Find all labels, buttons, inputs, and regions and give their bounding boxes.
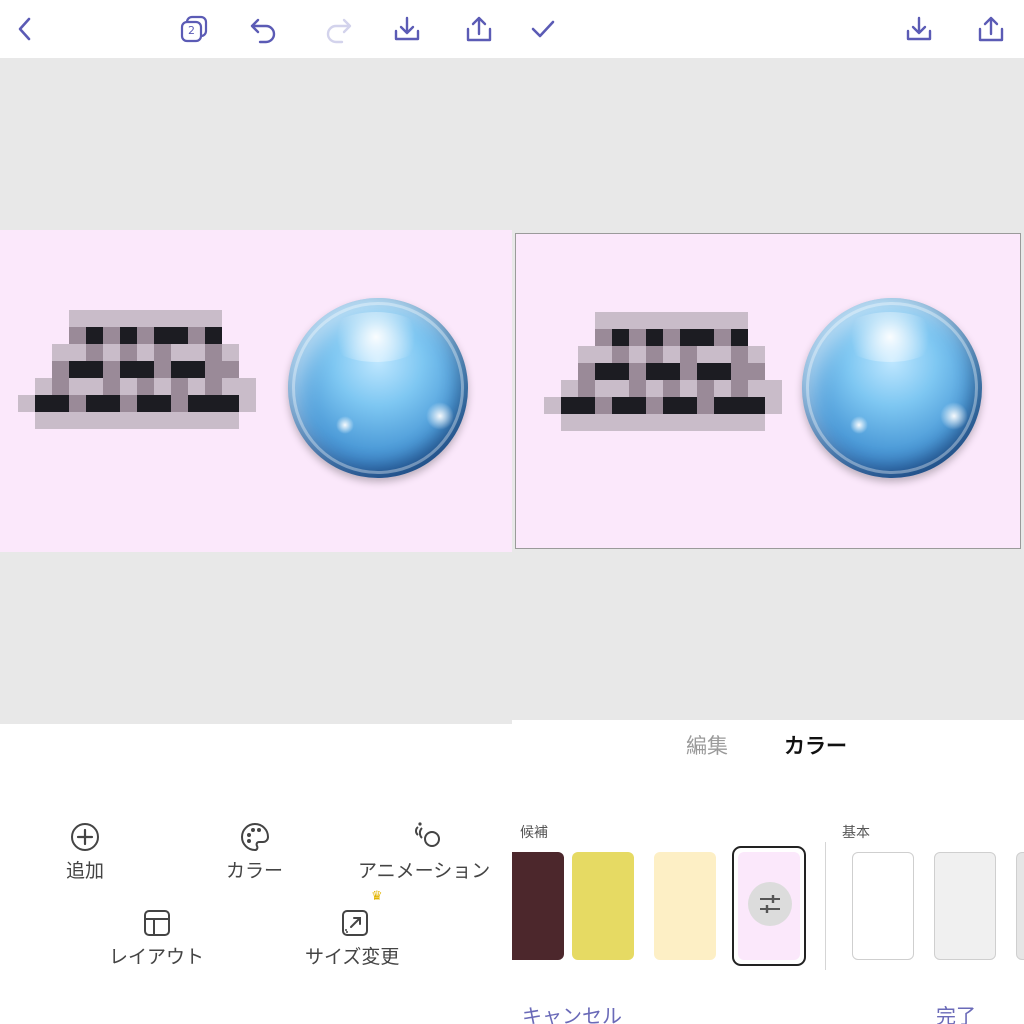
cancel-button[interactable]: キャンセル bbox=[522, 1000, 622, 1024]
bubble-image bbox=[288, 298, 468, 478]
resize-label: サイズ変更 bbox=[305, 946, 400, 968]
resize-icon bbox=[342, 910, 368, 936]
color-swatch[interactable] bbox=[654, 852, 716, 960]
animation-tool-button[interactable] bbox=[410, 818, 444, 852]
tab-edit[interactable]: 編集 bbox=[686, 730, 728, 760]
download-icon bbox=[394, 16, 420, 41]
image-canvas[interactable] bbox=[0, 230, 512, 552]
color-swatch[interactable] bbox=[852, 852, 914, 960]
share-button[interactable] bbox=[974, 12, 1008, 46]
crown-icon: ♛ bbox=[371, 889, 383, 904]
checkmark-icon bbox=[531, 20, 555, 38]
resize-tool-button[interactable] bbox=[338, 906, 372, 940]
color-swatch[interactable] bbox=[512, 852, 564, 960]
color-panel: 編集 カラー 候補 基本 キャンセル 完了 bbox=[512, 0, 1024, 1024]
mosaic-text-image bbox=[18, 310, 256, 429]
share-icon bbox=[466, 16, 492, 42]
add-label: 追加 bbox=[66, 860, 105, 882]
bubble-image bbox=[802, 298, 982, 478]
color-tool-button[interactable] bbox=[238, 820, 272, 854]
layout-label: レイアウト bbox=[109, 946, 205, 968]
color-adjust-button[interactable] bbox=[748, 882, 792, 926]
pages-count: 2 bbox=[188, 24, 195, 37]
color-label: カラー bbox=[226, 860, 284, 882]
redo-button[interactable] bbox=[322, 12, 356, 46]
color-swatch[interactable] bbox=[1016, 852, 1024, 960]
undo-button[interactable] bbox=[246, 12, 280, 46]
mosaic-text-image bbox=[544, 312, 782, 431]
download-button[interactable] bbox=[902, 12, 936, 46]
back-button[interactable] bbox=[8, 12, 42, 46]
download-icon bbox=[906, 16, 932, 41]
animation-label: アニメーション bbox=[358, 860, 491, 882]
layout-icon bbox=[144, 910, 170, 936]
download-button[interactable] bbox=[390, 12, 424, 46]
suggestions-label: 候補 bbox=[520, 825, 548, 841]
animation-icon bbox=[415, 822, 440, 847]
confirm-button[interactable] bbox=[526, 12, 560, 46]
chevron-left-icon bbox=[18, 17, 31, 41]
sliders-icon bbox=[760, 895, 780, 913]
share-button[interactable] bbox=[462, 12, 496, 46]
top-toolbar: 2 bbox=[0, 0, 512, 58]
plus-circle-icon bbox=[71, 823, 99, 851]
done-button[interactable]: 完了 bbox=[936, 1000, 976, 1024]
share-icon bbox=[978, 16, 1004, 42]
redo-icon bbox=[326, 18, 352, 44]
tab-color[interactable]: カラー bbox=[784, 730, 847, 760]
color-swatch[interactable] bbox=[572, 852, 634, 960]
divider bbox=[825, 842, 826, 970]
image-canvas-selected[interactable] bbox=[515, 233, 1021, 549]
undo-icon bbox=[250, 18, 276, 44]
top-toolbar bbox=[512, 0, 1024, 58]
color-swatch[interactable] bbox=[934, 852, 996, 960]
basic-label: 基本 bbox=[842, 825, 870, 841]
pages-button[interactable]: 2 bbox=[177, 12, 211, 46]
editor-panel: 2 追加 カラー アニメーション レイアウト ♛ サイズ変更 bbox=[0, 0, 512, 1024]
palette-icon bbox=[241, 822, 270, 852]
layout-tool-button[interactable] bbox=[140, 906, 174, 940]
add-tool-button[interactable] bbox=[68, 820, 102, 854]
